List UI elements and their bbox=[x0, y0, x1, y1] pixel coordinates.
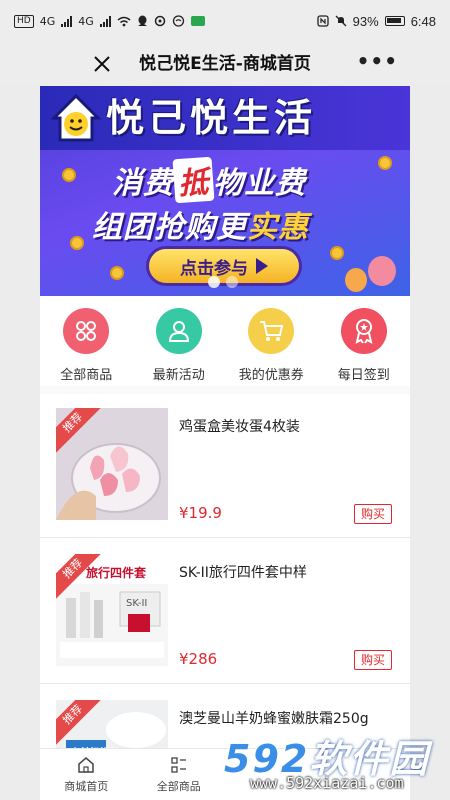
hd-badge: HD bbox=[14, 14, 34, 28]
carousel-dot[interactable] bbox=[208, 276, 220, 288]
smiley-house-icon bbox=[50, 93, 102, 142]
status-right-icons: 93% 6:48 bbox=[317, 14, 436, 29]
banner-headline-2: 组团抢购更实惠 bbox=[92, 202, 309, 246]
coin-icon bbox=[70, 236, 84, 250]
menu-label: 我的优惠券 bbox=[238, 368, 304, 383]
mall-page: 悦己悦生活 消费 抵物业费 组团抢购更实惠 点击参与 全部商品 最新活动 我的优… bbox=[40, 86, 410, 800]
product-price: ¥19.9 bbox=[179, 504, 222, 522]
menu-my-coupons[interactable]: 我的优惠券 bbox=[225, 296, 318, 386]
buy-button[interactable]: 购买 bbox=[354, 504, 392, 524]
grid-icon bbox=[63, 308, 110, 354]
product-box-text: 旅行四件套 bbox=[86, 566, 147, 580]
battery-percent: 93% bbox=[352, 13, 379, 29]
signal-icon bbox=[61, 15, 73, 27]
coin-icon bbox=[330, 246, 344, 260]
status-bar: HD 4G 4G 93% 6:48 bbox=[0, 0, 450, 42]
close-button[interactable] bbox=[80, 42, 124, 86]
battery-icon bbox=[384, 16, 405, 26]
banner-brand: 悦己悦生活 bbox=[106, 96, 317, 140]
nav-bar: 悦己悦E生活-商城首页 ••• bbox=[0, 42, 450, 86]
carousel-dot[interactable] bbox=[226, 276, 238, 288]
nfc-icon bbox=[317, 15, 329, 27]
status-left-icons: HD 4G 4G bbox=[14, 14, 205, 28]
wifi-icon bbox=[117, 16, 131, 26]
banner-line1-a: 消费 bbox=[112, 166, 174, 201]
banner-line2-highlight: 实惠 bbox=[247, 210, 309, 245]
product-price: ¥286 bbox=[179, 650, 218, 668]
balloon-icon bbox=[368, 256, 396, 286]
signal-icon-2 bbox=[99, 15, 111, 27]
menu-all-products[interactable]: 全部商品 bbox=[40, 296, 133, 386]
banner-line2-a: 组团抢购更 bbox=[92, 210, 247, 245]
promo-banner[interactable]: 悦己悦生活 消费 抵物业费 组团抢购更实惠 点击参与 bbox=[40, 86, 410, 296]
menu-label: 每日签到 bbox=[337, 368, 390, 383]
tab-home[interactable]: 商城首页 bbox=[40, 749, 133, 800]
banner-line1-highlight: 抵 bbox=[172, 156, 215, 204]
watermark-url: www.592xiazai.com bbox=[250, 774, 404, 792]
tab-label: 商城首页 bbox=[64, 779, 109, 793]
home-icon bbox=[78, 756, 94, 773]
product-item[interactable]: 旅行四件套 SK-II 推荐 SK-II旅行四件套中样 ¥286 购买 bbox=[40, 538, 410, 684]
cart-icon bbox=[248, 308, 295, 354]
signal-4g-label-1: 4G bbox=[39, 14, 56, 28]
tab-all-products[interactable]: 全部商品 bbox=[133, 749, 226, 800]
menu-daily-checkin[interactable]: 每日签到 bbox=[318, 296, 411, 386]
user-icon bbox=[155, 308, 202, 354]
carousel-dots bbox=[208, 276, 238, 288]
award-icon bbox=[340, 308, 387, 354]
more-button[interactable]: ••• bbox=[357, 51, 398, 71]
balloon-icon bbox=[345, 268, 367, 292]
banner-line1-b: 物业费 bbox=[213, 166, 306, 201]
product-image: 旅行四件套 SK-II 推荐 bbox=[56, 554, 168, 666]
cast-icon bbox=[172, 15, 184, 27]
banner-headline-1: 消费 抵物业费 bbox=[112, 156, 306, 204]
coin-icon bbox=[62, 168, 76, 182]
menu-label: 最新活动 bbox=[152, 368, 205, 383]
coin-icon bbox=[378, 156, 392, 170]
list-icon bbox=[171, 756, 186, 773]
product-brand-text: SK-II bbox=[126, 598, 148, 609]
tab-label: 全部商品 bbox=[156, 779, 201, 793]
coin-icon bbox=[110, 266, 124, 280]
watermark-logo: 592软件园 www.592xiazai.com bbox=[220, 720, 450, 800]
signal-4g-label-2: 4G bbox=[78, 14, 94, 28]
menu-latest-activities[interactable]: 最新活动 bbox=[133, 296, 226, 386]
quick-menu: 全部商品 最新活动 我的优惠券 每日签到 bbox=[40, 296, 410, 386]
product-item[interactable]: 推荐 鸡蛋盒美妆蛋4枚装 ¥19.9 购买 bbox=[40, 392, 410, 538]
buy-button[interactable]: 购买 bbox=[354, 650, 392, 670]
qq-icon bbox=[137, 15, 147, 26]
product-name: SK-II旅行四件套中样 bbox=[179, 565, 307, 581]
sync-icon bbox=[154, 15, 166, 27]
product-image: 推荐 bbox=[56, 408, 168, 520]
clock: 6:48 bbox=[410, 13, 436, 29]
join-button-label: 点击参与 bbox=[180, 258, 248, 279]
product-name: 鸡蛋盒美妆蛋4枚装 bbox=[179, 419, 300, 435]
wechat-icon bbox=[190, 16, 205, 26]
mute-icon bbox=[335, 15, 347, 27]
menu-label: 全部商品 bbox=[60, 368, 113, 383]
play-arrow-icon bbox=[256, 258, 268, 274]
close-icon bbox=[94, 56, 110, 72]
